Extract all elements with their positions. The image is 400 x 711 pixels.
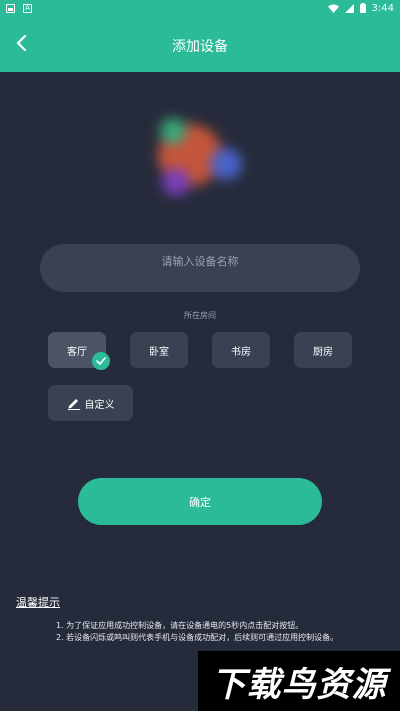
room-option-study[interactable]: 书房: [212, 332, 270, 368]
app-notification-icon: A: [23, 3, 32, 13]
watermark: 下载鸟资源: [198, 651, 400, 711]
room-option-label: 卧室: [149, 346, 169, 358]
status-bar: A 3:44: [0, 0, 400, 16]
room-option-label: 客厅: [67, 346, 87, 358]
watermark-text: 下载鸟资源: [211, 664, 387, 705]
device-name-input[interactable]: [40, 244, 360, 292]
battery-icon: [359, 3, 366, 13]
app-bar: 添加设备: [0, 16, 400, 72]
tips-list: 1. 为了保证应用成功控制设备，请在设备通电的5秒内点击配对按钮。 2. 若设备…: [56, 620, 386, 644]
status-time: 3:44: [371, 2, 394, 14]
room-section-label: 所在房间: [184, 311, 216, 320]
device-image: [150, 112, 250, 202]
custom-room-label: 自定义: [84, 399, 115, 411]
room-option-kitchen[interactable]: 厨房: [294, 332, 352, 368]
image-notification-icon: [6, 3, 15, 13]
tips-title: 温馨提示: [16, 596, 60, 609]
pencil-icon: [67, 399, 80, 410]
room-option-label: 厨房: [313, 346, 333, 358]
check-icon: [92, 352, 110, 370]
page-title: 添加设备: [172, 39, 228, 55]
room-option-label: 书房: [231, 346, 251, 358]
tip-item: 2. 若设备闪烁或鸣叫则代表手机与设备成功配对，后续则可通过应用控制设备。: [56, 633, 339, 642]
wifi-icon: [327, 4, 339, 13]
tip-item: 1. 为了保证应用成功控制设备，请在设备通电的5秒内点击配对按钮。: [56, 621, 304, 630]
custom-room-button[interactable]: 自定义: [48, 385, 133, 421]
signal-icon: [344, 3, 354, 13]
room-option-living-room[interactable]: 客厅: [48, 332, 110, 370]
room-option-bedroom[interactable]: 卧室: [130, 332, 188, 368]
confirm-button[interactable]: 确定: [78, 478, 322, 525]
